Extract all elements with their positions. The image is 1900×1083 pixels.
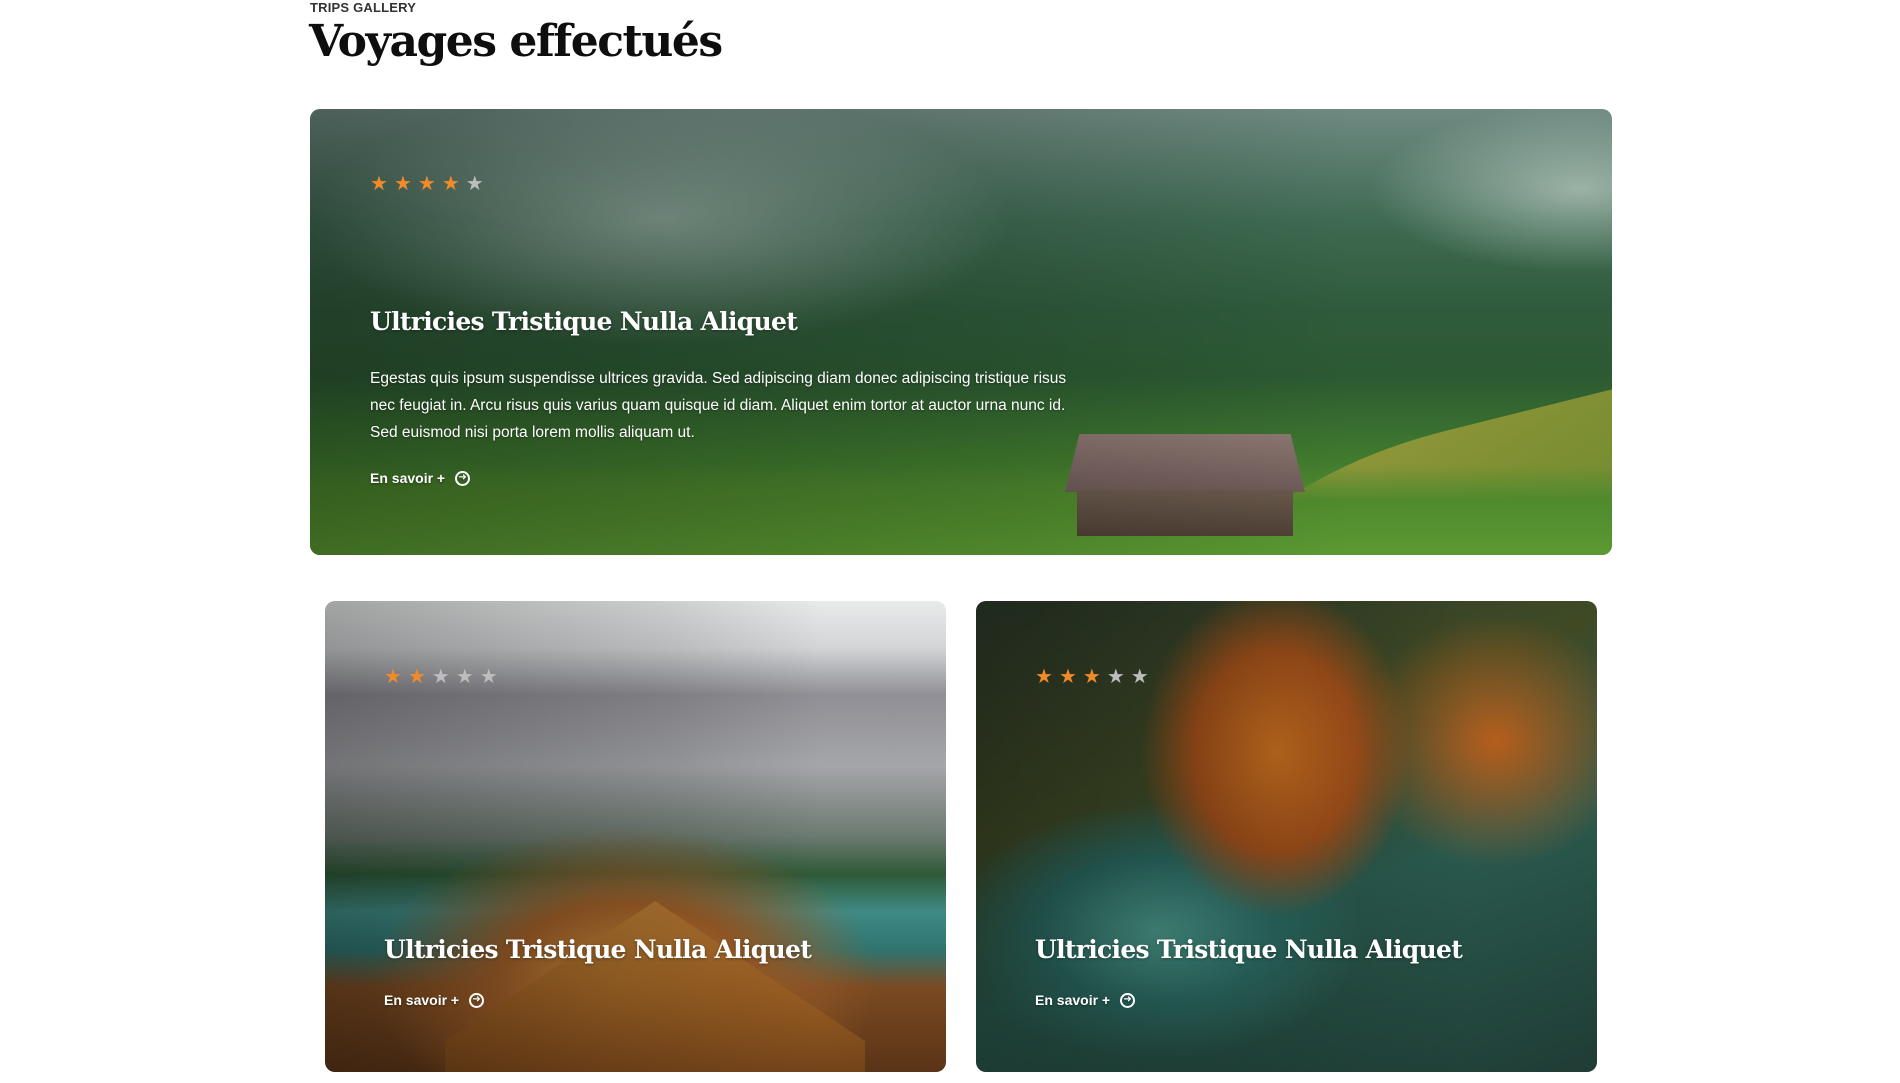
star-icon: ★ bbox=[465, 173, 484, 195]
learn-more-label: En savoir + bbox=[1035, 992, 1111, 1008]
arrow-circle-right-icon: ➜ bbox=[455, 470, 471, 486]
learn-more-label: En savoir + bbox=[384, 992, 460, 1008]
trip-card-forest-lake[interactable]: ★ ★ ★ ★ ★ Ultricies Tristique Nulla Aliquet … bbox=[976, 601, 1597, 1072]
trip-card-lake[interactable]: ★ ★ ★ ★ ★ Ultricies Tristique Nulla Aliquet … bbox=[325, 601, 946, 1072]
rating-stars: ★ ★ ★ ★ ★ bbox=[370, 174, 484, 194]
eyebrow-label: TRIPS GALLERY bbox=[310, 0, 417, 15]
star-icon: ★ bbox=[407, 666, 426, 688]
card-title: Ultricies Tristique Nulla Aliquet bbox=[1035, 935, 1463, 964]
star-icon: ★ bbox=[441, 173, 460, 195]
star-icon: ★ bbox=[1106, 666, 1125, 688]
arrow-circle-right-icon: ➜ bbox=[1120, 992, 1136, 1008]
star-icon: ★ bbox=[370, 173, 388, 195]
star-icon: ★ bbox=[384, 666, 402, 688]
card-title: Ultricies Tristique Nulla Aliquet bbox=[370, 307, 798, 336]
learn-more-label: En savoir + bbox=[370, 470, 446, 486]
rating-stars: ★ ★ ★ ★ ★ bbox=[1035, 667, 1149, 687]
star-icon: ★ bbox=[1130, 666, 1149, 688]
star-icon: ★ bbox=[1035, 666, 1053, 688]
learn-more-link[interactable]: En savoir + ➜ bbox=[384, 992, 485, 1008]
star-icon: ★ bbox=[431, 666, 450, 688]
star-icon: ★ bbox=[1082, 666, 1101, 688]
star-icon: ★ bbox=[1058, 666, 1077, 688]
page-title: Voyages effectués bbox=[309, 16, 723, 67]
card-description: Egestas quis ipsum suspendisse ultrices … bbox=[370, 370, 1067, 441]
star-icon: ★ bbox=[455, 666, 474, 688]
star-icon: ★ bbox=[417, 173, 436, 195]
learn-more-link[interactable]: En savoir + ➜ bbox=[1035, 992, 1136, 1008]
trip-card-featured[interactable]: ★ ★ ★ ★ ★ Ultricies Tristique Nulla Aliquet … bbox=[310, 109, 1612, 555]
star-icon: ★ bbox=[479, 666, 498, 688]
card-title: Ultricies Tristique Nulla Aliquet bbox=[384, 935, 812, 964]
rating-stars: ★ ★ ★ ★ ★ bbox=[384, 667, 498, 687]
arrow-circle-right-icon: ➜ bbox=[469, 992, 485, 1008]
learn-more-link[interactable]: En savoir + ➜ bbox=[370, 470, 471, 486]
star-icon: ★ bbox=[393, 173, 412, 195]
